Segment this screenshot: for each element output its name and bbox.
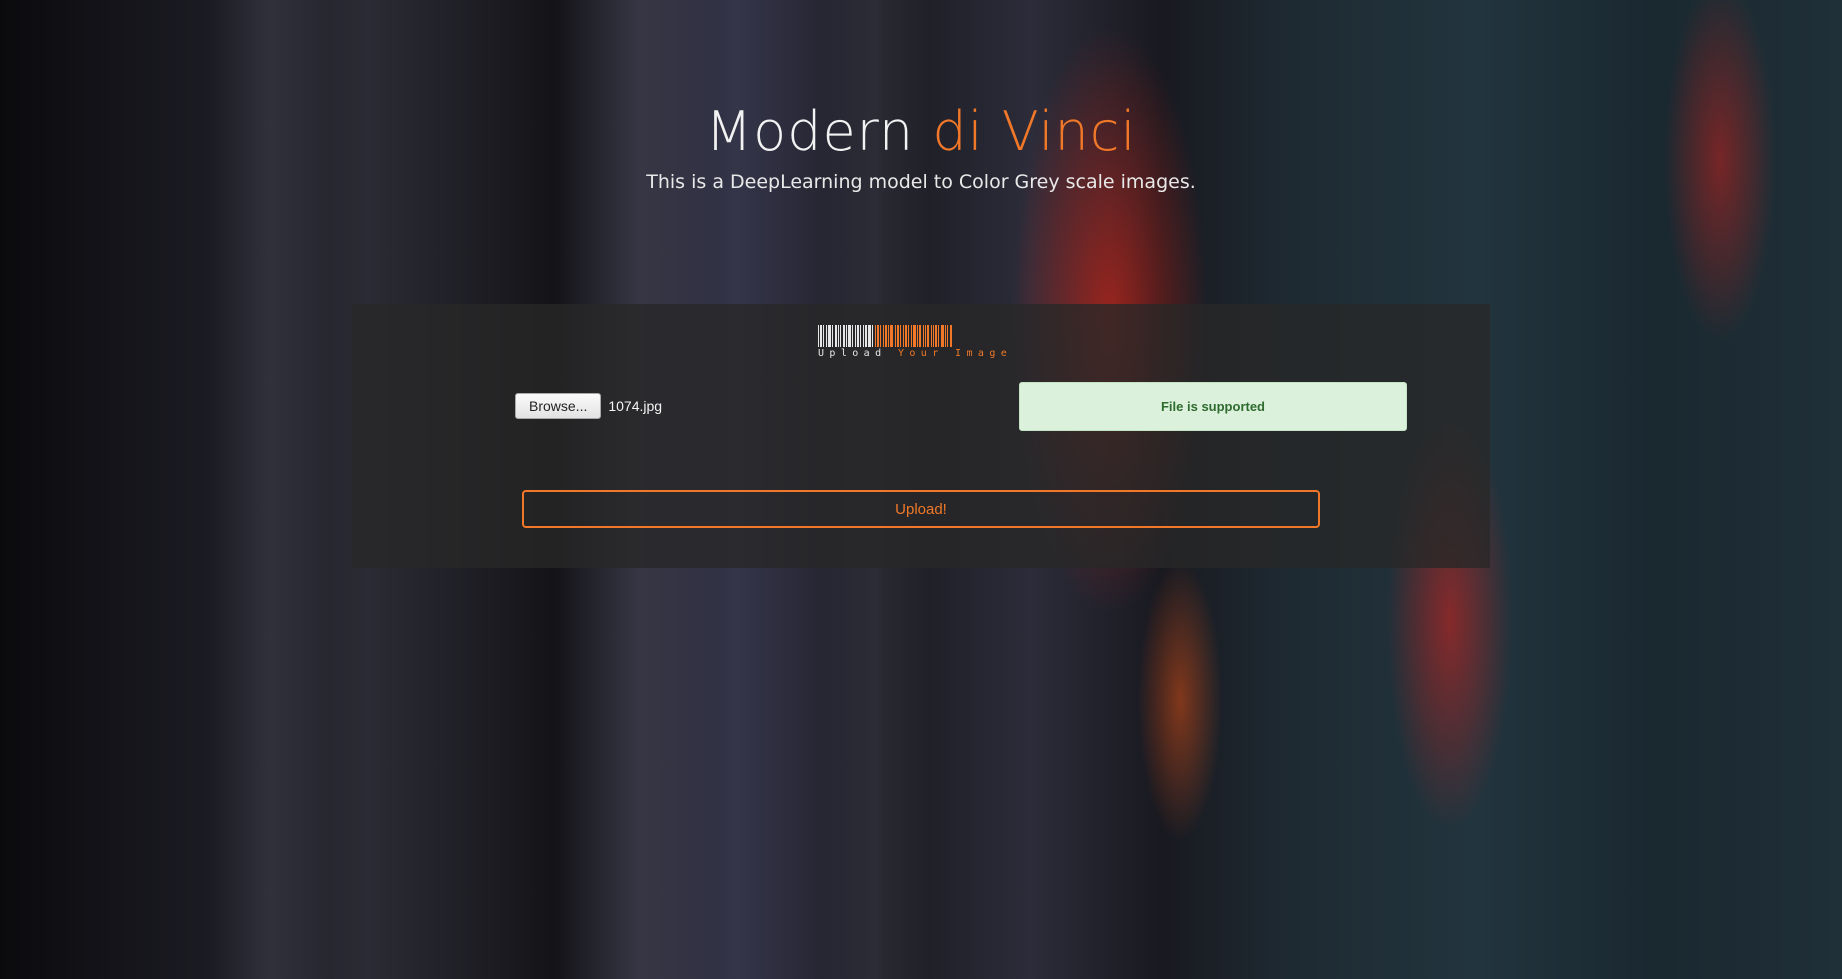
- browse-button[interactable]: Browse...: [515, 393, 602, 419]
- barcode-bar: [860, 325, 861, 347]
- logo-text-accent: Your Image: [897, 348, 1013, 359]
- barcode-bar: [877, 325, 879, 347]
- barcode-bar: [905, 325, 907, 347]
- barcode-bar: [925, 325, 926, 347]
- page-subtitle: This is a DeepLearning model to Color Gr…: [646, 171, 1196, 193]
- barcode-bar: [900, 325, 901, 347]
- barcode-bar: [863, 325, 864, 347]
- barcode-bar: [843, 325, 845, 347]
- upload-logo-text: Upload Your Image: [818, 348, 1022, 359]
- barcode-bar: [927, 325, 929, 347]
- barcode-bar: [885, 325, 887, 347]
- barcode-bar: [950, 325, 952, 347]
- barcode-bar: [923, 325, 924, 347]
- barcode-bar: [945, 325, 946, 347]
- barcode-bar: [846, 325, 847, 347]
- barcode-bar: [890, 325, 893, 347]
- file-input[interactable]: Browse... 1074.jpg: [515, 393, 662, 419]
- barcode-bar: [888, 325, 889, 347]
- barcode-bar: [875, 325, 876, 347]
- barcode-bar: [897, 325, 899, 347]
- barcode-bar: [883, 325, 884, 347]
- page: Modern di Vinci This is a DeepLearning m…: [0, 0, 1842, 979]
- barcode-bar: [931, 325, 932, 347]
- barcode-bar: [903, 325, 904, 347]
- barcode-bar: [832, 325, 833, 347]
- barcode-bar: [848, 325, 851, 347]
- logo-text-main: Upload: [818, 348, 887, 359]
- barcode-bar: [941, 325, 944, 347]
- title-main: Modern: [705, 100, 915, 163]
- barcode-bar: [919, 325, 921, 347]
- upload-panel: Upload Your Image Browse... 1074.jpg Fil…: [352, 304, 1490, 568]
- barcode-bar: [868, 325, 871, 347]
- barcode-bar: [908, 325, 909, 347]
- barcode-bar: [911, 325, 912, 347]
- upload-logo: Upload Your Image: [818, 325, 1022, 361]
- barcode-bar: [935, 325, 937, 347]
- status-badge: File is supported: [1019, 382, 1407, 431]
- barcode-icon: [818, 325, 1022, 347]
- barcode-bar: [826, 325, 827, 347]
- barcode-bar: [938, 325, 939, 347]
- barcode-bar: [933, 325, 934, 347]
- page-title: Modern di Vinci: [0, 95, 1842, 169]
- barcode-bar: [895, 325, 896, 347]
- barcode-bar: [855, 325, 856, 347]
- title-accent: di Vinci: [932, 100, 1137, 163]
- barcode-bar: [820, 325, 822, 347]
- barcode-bar: [947, 325, 948, 347]
- barcode-bar: [917, 325, 918, 347]
- barcode-bar: [823, 325, 824, 347]
- barcode-bar: [865, 325, 867, 347]
- page-header: Modern di Vinci This is a DeepLearning m…: [0, 95, 1842, 193]
- barcode-bar: [913, 325, 916, 347]
- upload-button[interactable]: Upload!: [522, 490, 1320, 528]
- barcode-bar: [818, 325, 819, 347]
- barcode-bar: [872, 325, 873, 347]
- barcode-bar: [840, 325, 841, 347]
- selected-file-name: 1074.jpg: [608, 398, 663, 414]
- barcode-bar: [838, 325, 839, 347]
- barcode-bar: [835, 325, 837, 347]
- barcode-bar: [857, 325, 859, 347]
- barcode-bar: [880, 325, 881, 347]
- barcode-bar: [828, 325, 831, 347]
- barcode-bar: [852, 325, 853, 347]
